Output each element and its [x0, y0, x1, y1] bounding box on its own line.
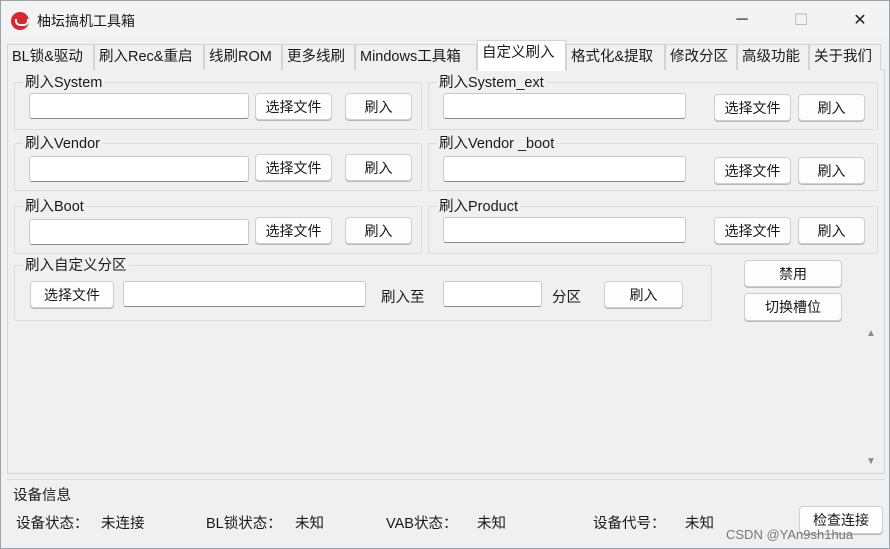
group-label: 刷入System_ext: [437, 71, 546, 92]
vab-status-value: 未知: [477, 516, 506, 532]
system-ext-file-input[interactable]: [443, 93, 686, 119]
app-logo-icon: [11, 12, 29, 30]
device-info-title: 设备信息: [13, 488, 71, 504]
disable-button[interactable]: 禁用: [744, 260, 842, 287]
group-boot: 刷入Boot 选择文件 刷入: [14, 195, 422, 254]
boot-select-file-button[interactable]: 选择文件: [255, 217, 332, 244]
partition-name-input[interactable]: [443, 281, 542, 307]
tab-more-line-flash[interactable]: 更多线刷: [282, 44, 355, 70]
bl-status-value: 未知: [295, 516, 324, 532]
group-label: 刷入System: [23, 71, 105, 92]
vendor-select-file-button[interactable]: 选择文件: [255, 154, 332, 181]
product-file-input[interactable]: [443, 217, 686, 243]
vendor-boot-select-file-button[interactable]: 选择文件: [714, 157, 791, 184]
device-status-value: 未连接: [101, 516, 145, 532]
product-flash-button[interactable]: 刷入: [798, 217, 865, 244]
tab-line-flash-rom[interactable]: 线刷ROM: [204, 44, 282, 70]
partition-label: 分区: [552, 290, 581, 306]
device-code-label: 设备代号：: [593, 516, 666, 532]
group-system: 刷入System 选择文件 刷入: [14, 71, 422, 130]
tab-format-extract[interactable]: 格式化&提取: [566, 44, 665, 70]
tab-mindows-toolbox[interactable]: Mindows工具箱: [355, 44, 477, 70]
window-title: 柚坛搞机工具箱: [37, 13, 135, 29]
tab-bl-driver[interactable]: BL锁&驱动: [7, 44, 94, 70]
group-label: 刷入Vendor _boot: [437, 132, 557, 153]
scroll-down-icon[interactable]: ▼: [866, 456, 876, 467]
group-product: 刷入Product 选择文件 刷入: [428, 195, 878, 254]
custom-flash-button[interactable]: 刷入: [604, 281, 683, 308]
system-flash-button[interactable]: 刷入: [345, 93, 412, 120]
tab-custom-flash[interactable]: 自定义刷入: [477, 40, 566, 71]
group-label: 刷入自定义分区: [23, 254, 129, 275]
close-button[interactable]: ✕: [831, 1, 889, 39]
tab-flash-rec-reboot[interactable]: 刷入Rec&重启: [94, 44, 204, 70]
vendor-boot-flash-button[interactable]: 刷入: [798, 157, 865, 184]
vendor-file-input[interactable]: [29, 156, 249, 182]
device-code-value: 未知: [685, 516, 714, 532]
vab-status-label: VAB状态：: [386, 516, 458, 532]
device-status-label: 设备状态：: [16, 516, 89, 532]
system-file-input[interactable]: [29, 93, 249, 119]
vendor-boot-file-input[interactable]: [443, 156, 686, 182]
boot-file-input[interactable]: [29, 219, 249, 245]
group-label: 刷入Vendor: [23, 132, 102, 153]
tab-about-us[interactable]: 关于我们: [809, 44, 881, 70]
custom-file-input[interactable]: [123, 281, 366, 307]
log-scrollbar[interactable]: ▲ ▼: [860, 320, 882, 470]
app-window: 柚坛搞机工具箱 ─ ☐ ✕ BL锁&驱动 刷入Rec&重启 线刷ROM 更多线刷…: [0, 0, 890, 549]
product-select-file-button[interactable]: 选择文件: [714, 217, 791, 244]
title-bar[interactable]: 柚坛搞机工具箱 ─ ☐ ✕: [1, 1, 889, 39]
group-vendor: 刷入Vendor 选择文件 刷入: [14, 132, 422, 191]
boot-flash-button[interactable]: 刷入: [345, 217, 412, 244]
vendor-flash-button[interactable]: 刷入: [345, 154, 412, 181]
group-label: 刷入Boot: [23, 195, 86, 216]
switch-slot-button[interactable]: 切换槽位: [744, 293, 842, 321]
group-vendor-boot: 刷入Vendor _boot 选择文件 刷入: [428, 132, 878, 191]
tab-bar: BL锁&驱动 刷入Rec&重启 线刷ROM 更多线刷 Mindows工具箱 自定…: [7, 40, 885, 71]
scroll-up-icon[interactable]: ▲: [866, 328, 876, 339]
group-custom-partition: 刷入自定义分区 选择文件 刷入至 分区 刷入: [14, 254, 712, 321]
custom-flash-panel: 刷入System 选择文件 刷入 刷入System_ext 选择文件 刷入 刷入…: [7, 70, 885, 474]
system-select-file-button[interactable]: 选择文件: [255, 93, 332, 120]
group-label: 刷入Product: [437, 195, 520, 216]
system-ext-select-file-button[interactable]: 选择文件: [714, 94, 791, 121]
group-system-ext: 刷入System_ext 选择文件 刷入: [428, 71, 878, 130]
system-ext-flash-button[interactable]: 刷入: [798, 94, 865, 121]
minimize-button[interactable]: ─: [713, 1, 771, 39]
custom-select-file-button[interactable]: 选择文件: [30, 281, 114, 308]
tab-modify-partition[interactable]: 修改分区: [665, 44, 737, 70]
tab-advanced[interactable]: 高级功能: [737, 44, 809, 70]
flash-to-label: 刷入至: [381, 290, 425, 306]
bl-status-label: BL锁状态：: [206, 516, 282, 532]
csdn-watermark: CSDN @YAn9sh1hua: [726, 527, 854, 542]
maximize-button[interactable]: ☐: [772, 1, 830, 39]
